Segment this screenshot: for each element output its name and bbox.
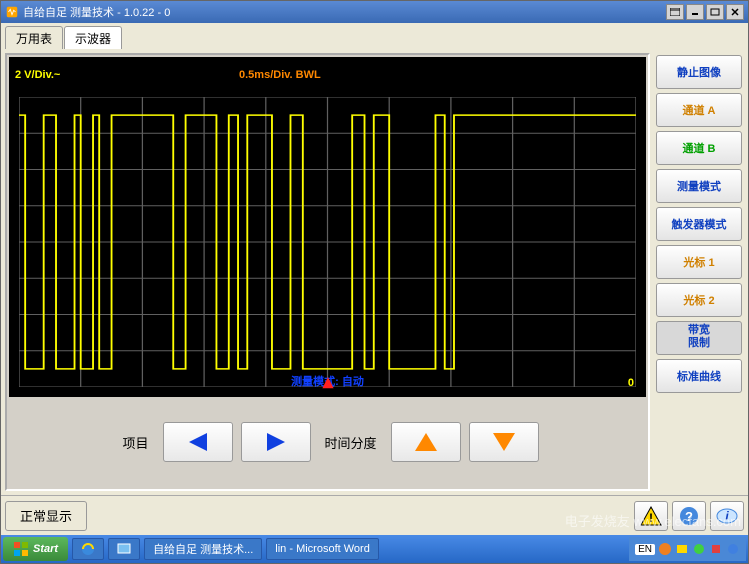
time-down-button[interactable]: [469, 422, 539, 462]
tab-0[interactable]: 万用表: [5, 26, 63, 49]
time-up-button[interactable]: [391, 422, 461, 462]
language-indicator[interactable]: EN: [635, 544, 655, 555]
tray-icon[interactable]: [692, 542, 706, 556]
minimize-all-button[interactable]: [666, 4, 684, 20]
freeze-image-button[interactable]: 静止图像: [656, 55, 742, 89]
item-next-button[interactable]: [241, 422, 311, 462]
scope-panel: 2 V/Div.~ 0.5ms/Div. BWL 测量模式: 自动 0 项目: [5, 53, 650, 491]
taskbar: Start 自给自足 测量技术...lin - Microsoft Word E…: [1, 535, 748, 563]
channel-a-button[interactable]: 通道 A: [656, 93, 742, 127]
side-panel: 静止图像 通道 A 通道 B 测量模式 触发器模式 光标 1 光标 2 带宽限制…: [654, 53, 744, 491]
tray-icon[interactable]: [658, 542, 672, 556]
title-bar: 自给自足 测量技术 - 1.0.22 - 0: [1, 1, 748, 23]
item-prev-button[interactable]: [163, 422, 233, 462]
item-label: 项目: [122, 433, 148, 452]
display-status-button[interactable]: 正常显示: [5, 501, 87, 531]
channel-b-button[interactable]: 通道 B: [656, 131, 742, 165]
tab-1[interactable]: 示波器: [64, 26, 122, 49]
time-div-label: 时间分度: [325, 433, 377, 452]
oscilloscope-screen[interactable]: 2 V/Div.~ 0.5ms/Div. BWL 测量模式: 自动 0: [9, 57, 646, 397]
trigger-arrow-icon: [321, 377, 335, 391]
start-label: Start: [33, 543, 58, 555]
scope-grid: [19, 97, 636, 387]
zero-marker: 0: [628, 377, 634, 389]
system-tray[interactable]: EN: [629, 537, 746, 561]
taskbar-item-1[interactable]: lin - Microsoft Word: [266, 538, 379, 560]
bandwidth-limit-button[interactable]: 带宽限制: [656, 321, 742, 355]
timebase-label: 0.5ms/Div. BWL: [239, 69, 321, 81]
tray-icon[interactable]: [726, 542, 740, 556]
window-title: 自给自足 测量技术 - 1.0.22 - 0: [23, 4, 664, 20]
y-div-label: 2 V/Div.~: [15, 69, 60, 81]
quick-launch-desktop[interactable]: [108, 538, 140, 560]
minimize-button[interactable]: [686, 4, 704, 20]
windows-logo-icon: [13, 541, 29, 557]
tab-strip: 万用表示波器: [1, 23, 748, 49]
start-button[interactable]: Start: [3, 537, 68, 561]
measure-mode-button[interactable]: 测量模式: [656, 169, 742, 203]
tray-icon[interactable]: [709, 542, 723, 556]
scope-controls: 项目 时间分度: [9, 397, 646, 487]
maximize-button[interactable]: [706, 4, 724, 20]
cursor-2-button[interactable]: 光标 2: [656, 283, 742, 317]
quick-launch-ie[interactable]: [72, 538, 104, 560]
watermark: 电子发烧友 www.elecfans.com: [565, 511, 741, 530]
close-button[interactable]: [726, 4, 744, 20]
cursor-1-button[interactable]: 光标 1: [656, 245, 742, 279]
taskbar-item-0[interactable]: 自给自足 测量技术...: [144, 538, 262, 560]
standard-curve-button[interactable]: 标准曲线: [656, 359, 742, 393]
trigger-mode-button[interactable]: 触发器模式: [656, 207, 742, 241]
tray-icon[interactable]: [675, 542, 689, 556]
app-icon: [5, 5, 19, 19]
